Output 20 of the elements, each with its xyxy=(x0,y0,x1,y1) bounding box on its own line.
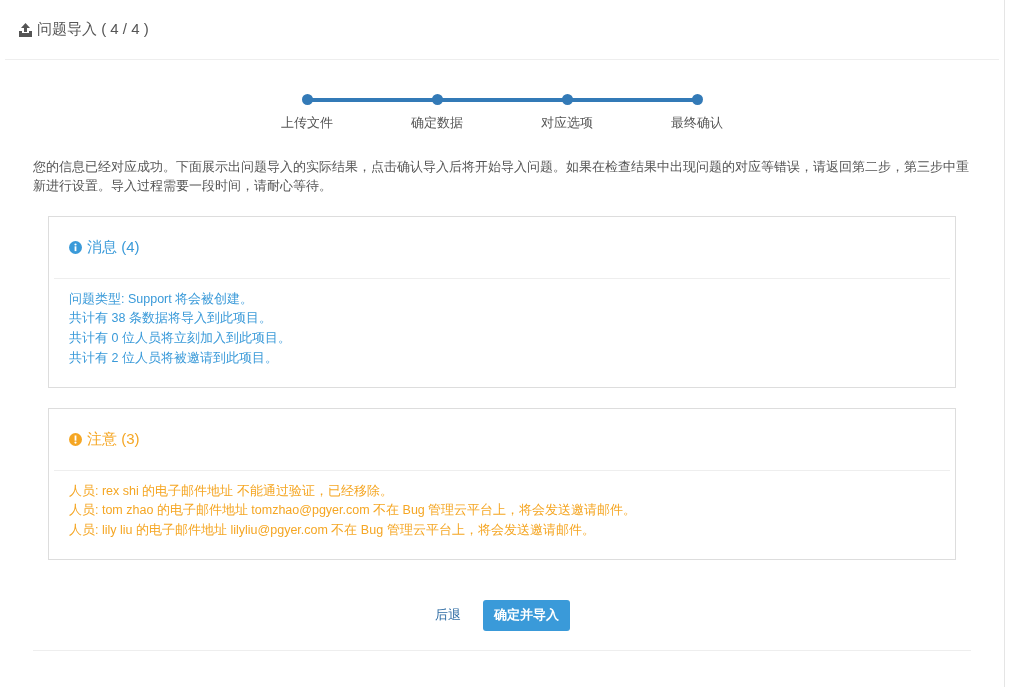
panel-title: 注意 (3) xyxy=(87,428,140,449)
panel-message: 共计有 38 条数据将导入到此项目。 xyxy=(69,310,273,328)
step-label: 上传文件 xyxy=(281,114,333,132)
panel-message: 人员: lily liu 的电子邮件地址 lilyliu@pgyer.com 不在 Bug 管理云平台上，将会发送邀请邮件。 xyxy=(69,522,596,540)
exclamation-icon xyxy=(69,432,82,446)
step-label: 确定数据 xyxy=(411,114,463,132)
step-label: 对应选项 xyxy=(541,114,593,132)
panel-message: 问题类型: Support 将会被创建。 xyxy=(69,290,255,308)
step-label: 最终确认 xyxy=(671,114,723,132)
page-title: 问题导入 ( 4 / 4 ) xyxy=(37,19,149,40)
description-text: 您的信息已经对应成功。下面展示出问题导入的实际结果，点击确认导入后将开始导入问题。如果在检查结果中出现问题的对应等错误，请返回第二步，第三步中重新进行设置。导入过程需要一段时间，请耐心等待。 xyxy=(32,157,970,195)
info-icon xyxy=(69,240,82,254)
upload-icon xyxy=(18,22,33,37)
panel-message: 共计有 2 位人员将被邀请到此项目。 xyxy=(69,349,279,367)
panel-message: 人员: rex shi 的电子邮件地址 不能通过验证，已经移除。 xyxy=(69,482,394,500)
panel-title: 消息 (4) xyxy=(87,236,140,257)
panel-message: 人员: tom zhao 的电子邮件地址 tomzhao@pgyer.com 不在 Bug 管理云平台上，将会发送邀请邮件。 xyxy=(69,502,638,520)
back-link[interactable]: 后退 xyxy=(434,606,461,625)
panel-message: 共计有 0 位人员将立刻加入到此项目。 xyxy=(69,330,292,348)
confirm-import-button[interactable]: 确定并导入 xyxy=(482,600,570,631)
